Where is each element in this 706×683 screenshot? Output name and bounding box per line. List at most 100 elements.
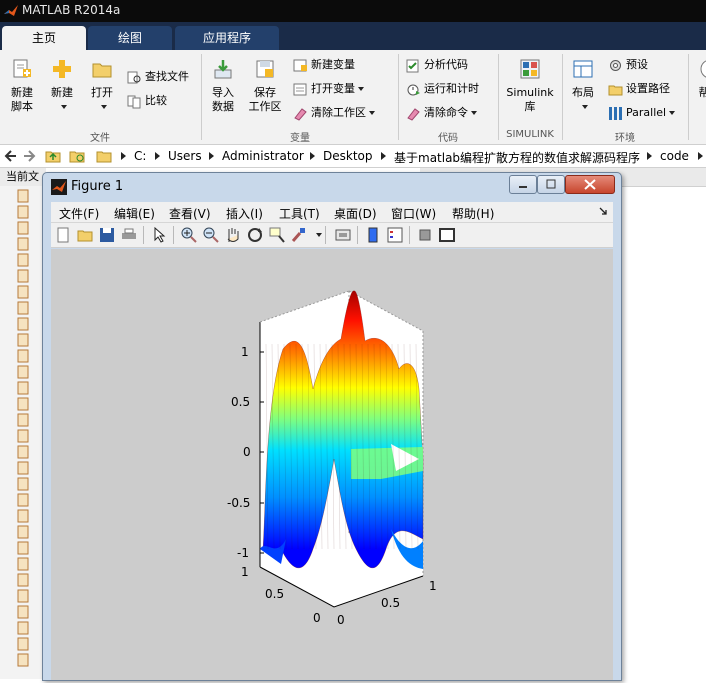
- rotate-3d-icon[interactable]: [247, 227, 263, 243]
- set-path-icon: [608, 85, 623, 95]
- minimize-button[interactable]: [509, 175, 537, 194]
- clear-workspace-button[interactable]: 清除工作区: [293, 104, 375, 122]
- m-file-icon[interactable]: [17, 429, 29, 443]
- back-arrow-icon[interactable]: [3, 149, 17, 163]
- run-and-time-button[interactable]: 运行和计时: [406, 80, 479, 98]
- m-file-icon[interactable]: [17, 349, 29, 363]
- parallel-button[interactable]: Parallel: [608, 104, 676, 122]
- chevron-down-icon: [471, 111, 477, 115]
- zoom-in-icon[interactable]: [181, 227, 197, 243]
- preferences-button[interactable]: 预设: [608, 56, 648, 74]
- m-file-icon[interactable]: [17, 637, 29, 651]
- find-files-label: 查找文件: [145, 70, 189, 83]
- m-file-icon[interactable]: [17, 237, 29, 251]
- new-variable-button[interactable]: 新建变量: [293, 56, 355, 74]
- zoom-out-icon[interactable]: [203, 227, 219, 243]
- open-variable-button[interactable]: 打开变量: [293, 80, 364, 98]
- set-path-button[interactable]: 设置路径: [608, 80, 670, 98]
- simulink-icon: [520, 59, 540, 79]
- m-file-icon[interactable]: [17, 589, 29, 603]
- m-file-icon[interactable]: [17, 221, 29, 235]
- help-button[interactable]: 帮: [694, 58, 706, 100]
- m-file-icon[interactable]: [17, 269, 29, 283]
- menu-view[interactable]: 查看(V): [169, 205, 211, 222]
- m-file-icon[interactable]: [17, 493, 29, 507]
- link-plot-icon[interactable]: [335, 227, 351, 243]
- show-plot-tools-icon[interactable]: [439, 227, 455, 243]
- data-cursor-icon[interactable]: [269, 227, 285, 243]
- analyze-code-icon: [406, 59, 419, 72]
- breadcrumb-users[interactable]: Users: [168, 149, 202, 163]
- x-tick-label: 1: [429, 579, 437, 593]
- m-file-icon[interactable]: [17, 205, 29, 219]
- m-file-icon[interactable]: [17, 317, 29, 331]
- menu-insert[interactable]: 插入(I): [226, 205, 263, 222]
- open-button[interactable]: 打开: [84, 58, 120, 114]
- up-folder-icon[interactable]: [45, 148, 61, 164]
- menu-window[interactable]: 窗口(W): [391, 205, 436, 222]
- menu-desktop[interactable]: 桌面(D): [334, 205, 377, 222]
- m-file-icon[interactable]: [17, 541, 29, 555]
- m-file-icon[interactable]: [17, 653, 29, 667]
- m-file-icon[interactable]: [17, 413, 29, 427]
- m-file-icon[interactable]: [17, 365, 29, 379]
- tab-apps[interactable]: 应用程序: [175, 26, 279, 50]
- surface-plot: 1 0.5 0 -0.5 -1 1 0.5 0 0 0.5 1: [227, 290, 437, 627]
- pan-hand-icon[interactable]: [225, 227, 241, 243]
- print-icon[interactable]: [121, 227, 137, 243]
- m-file-icon[interactable]: [17, 397, 29, 411]
- m-file-icon[interactable]: [17, 189, 29, 203]
- m-file-icon[interactable]: [17, 621, 29, 635]
- analyze-code-button[interactable]: 分析代码: [406, 56, 468, 74]
- new-button[interactable]: 新建: [44, 58, 80, 114]
- m-file-icon[interactable]: [17, 509, 29, 523]
- breadcrumb-c-drive[interactable]: C:: [134, 149, 146, 163]
- colorbar-icon[interactable]: [365, 227, 381, 243]
- m-file-icon[interactable]: [17, 445, 29, 459]
- new-figure-icon[interactable]: [55, 227, 71, 243]
- new-script-button[interactable]: 新建 脚本: [4, 58, 40, 114]
- select-arrow-icon[interactable]: [151, 227, 167, 243]
- simulink-group-label: SIMULINK: [506, 129, 554, 140]
- legend-icon[interactable]: [387, 227, 403, 243]
- m-file-icon[interactable]: [17, 477, 29, 491]
- save-figure-icon[interactable]: [99, 227, 115, 243]
- simulink-library-button[interactable]: Simulink 库: [503, 58, 557, 114]
- open-file-icon[interactable]: [77, 227, 93, 243]
- breadcrumb-desktop[interactable]: Desktop: [323, 149, 373, 163]
- save-workspace-button[interactable]: 保存 工作区: [246, 58, 284, 114]
- m-file-icon[interactable]: [17, 381, 29, 395]
- close-button[interactable]: [565, 175, 615, 194]
- breadcrumb-administrator[interactable]: Administrator: [222, 149, 304, 163]
- menu-file[interactable]: 文件(F): [59, 205, 99, 222]
- m-file-icon[interactable]: [17, 461, 29, 475]
- import-data-button[interactable]: 导入 数据: [206, 58, 240, 114]
- find-files-button[interactable]: 查找文件: [127, 68, 189, 86]
- breadcrumb-code[interactable]: code: [660, 149, 689, 163]
- m-file-icon[interactable]: [17, 605, 29, 619]
- m-file-icon[interactable]: [17, 525, 29, 539]
- browse-folder-icon[interactable]: [69, 148, 85, 164]
- breadcrumb-project-folder[interactable]: 基于matlab编程扩散方程的数值求解源码程序: [394, 149, 640, 166]
- tab-home[interactable]: 主页: [2, 26, 86, 50]
- m-file-icon[interactable]: [17, 557, 29, 571]
- new-variable-label: 新建变量: [311, 58, 355, 71]
- m-file-icon[interactable]: [17, 285, 29, 299]
- chevron-down-icon[interactable]: [316, 233, 322, 237]
- maximize-button[interactable]: [537, 175, 565, 194]
- clear-commands-button[interactable]: 清除命令: [406, 104, 477, 122]
- menu-help[interactable]: 帮助(H): [452, 205, 494, 222]
- layout-button[interactable]: 布局: [566, 58, 600, 114]
- m-file-icon[interactable]: [17, 253, 29, 267]
- m-file-icon[interactable]: [17, 301, 29, 315]
- hide-plot-tools-icon[interactable]: [417, 227, 433, 243]
- menu-tools[interactable]: 工具(T): [279, 205, 320, 222]
- menu-edit[interactable]: 编辑(E): [114, 205, 155, 222]
- compare-button[interactable]: 比较: [127, 92, 167, 110]
- m-file-icon[interactable]: [17, 333, 29, 347]
- m-file-icon[interactable]: [17, 573, 29, 587]
- forward-arrow-icon[interactable]: [23, 149, 37, 163]
- brush-icon[interactable]: [291, 227, 307, 243]
- tab-plots[interactable]: 绘图: [88, 26, 172, 50]
- menu-dock-arrow-icon[interactable]: [599, 207, 607, 215]
